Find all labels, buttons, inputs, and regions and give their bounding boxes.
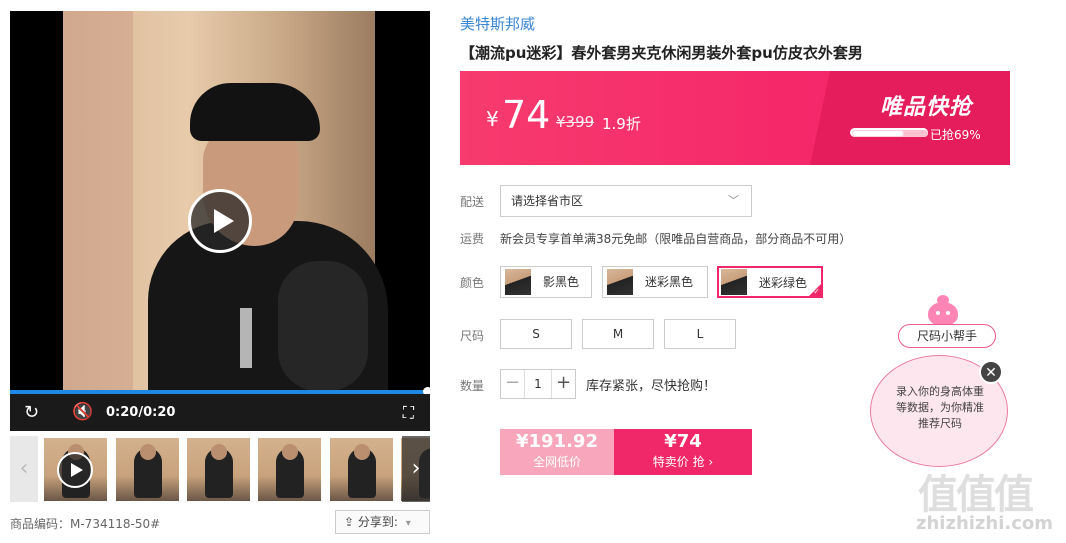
quantity-stepper: − 1 + — [500, 369, 576, 399]
play-icon[interactable] — [188, 189, 252, 253]
discount-label: 1.9折 — [602, 115, 641, 133]
thumb-next-button[interactable]: › — [402, 436, 430, 502]
share-icon: ⇪ — [344, 515, 355, 529]
sale-price-value: ¥74 — [664, 431, 702, 452]
watermark-logo: 值值值 — [918, 472, 1034, 518]
lowest-price-value: ¥191.92 — [516, 431, 598, 452]
thumbnail-video[interactable] — [44, 438, 107, 501]
mascot-icon — [928, 295, 958, 326]
product-sku: 商品编码：M-734118-50# — [10, 517, 161, 531]
size-option-s[interactable]: S — [500, 319, 572, 349]
lowest-price-label: 全网低价 — [532, 455, 581, 469]
chevron-down-icon: ▾ — [405, 518, 411, 529]
thumbnail-strip: ‹ › — [10, 436, 430, 502]
color-option-camo-black[interactable]: 迷彩黑色 — [602, 266, 708, 298]
thumbnail[interactable] — [116, 438, 179, 501]
video-controls: ↻ 🔇 0:20/0:20 ⛶ — [10, 394, 430, 431]
region-placeholder: 请选择省市区 — [511, 194, 584, 208]
quantity-label: 数量 — [460, 379, 485, 393]
currency-symbol: ¥ — [486, 107, 499, 131]
chevron-down-icon: ﹀ — [728, 194, 739, 207]
color-swatch — [721, 269, 747, 295]
play-icon[interactable] — [57, 452, 93, 488]
thumb-prev-button[interactable]: ‹ — [10, 436, 38, 502]
share-button[interactable]: ⇪ 分享到: ▾ — [335, 510, 430, 534]
quantity-plus-button[interactable]: + — [551, 370, 575, 398]
product-title: 【潮流pu迷彩】春外套男夹克休闲男装外套pu仿皮衣外套男 — [460, 44, 863, 62]
stock-note: 库存紧张，尽快抢购！ — [586, 379, 717, 394]
price-banner: ¥ 74 ¥399 1.9折 唯品快抢 已抢69% — [460, 71, 1010, 165]
size-helper-tag[interactable]: 尺码小帮手 — [898, 324, 996, 348]
color-swatch — [607, 269, 633, 295]
size-option-m[interactable]: M — [582, 319, 654, 349]
product-video-player[interactable]: ↻ 🔇 0:20/0:20 ⛶ — [10, 11, 430, 431]
mute-icon[interactable]: 🔇 — [72, 394, 93, 431]
size-label: 尺码 — [460, 329, 485, 343]
buy-now-button[interactable]: ¥74 特卖价 抢 › — [614, 429, 752, 475]
buy-now-label: 特卖价 抢 › — [652, 455, 714, 469]
color-label: 颜色 — [460, 276, 485, 290]
color-option-label: 迷彩黑色 — [645, 275, 694, 289]
delivery-label: 配送 — [460, 195, 485, 209]
size-helper-text: 录入你的身高体重等数据，为你精准推荐尺码 — [896, 385, 984, 430]
region-select[interactable]: 请选择省市区 ﹀ — [500, 185, 752, 217]
current-price: 74 — [502, 93, 551, 137]
thumbnail[interactable] — [187, 438, 250, 501]
thumbnail[interactable] — [258, 438, 321, 501]
size-option-l[interactable]: L — [664, 319, 736, 349]
close-icon[interactable]: ✕ — [979, 360, 1003, 384]
color-option-black[interactable]: 影黑色 — [500, 266, 592, 298]
color-option-label: 迷彩绿色 — [759, 276, 808, 290]
sold-percent: 已抢69% — [930, 128, 981, 142]
color-option-label: 影黑色 — [543, 275, 580, 289]
video-time: 0:20/0:20 — [106, 405, 176, 420]
share-label: 分享到: — [357, 515, 398, 529]
replay-icon[interactable]: ↻ — [24, 394, 39, 431]
fullscreen-icon[interactable]: ⛶ — [403, 394, 414, 431]
original-price: ¥399 — [556, 113, 595, 131]
watermark-url: zhizhizhi.com — [916, 513, 1054, 534]
sold-progress-bar — [850, 128, 928, 137]
quantity-value[interactable]: 1 — [525, 370, 551, 398]
lowest-price-button[interactable]: ¥191.92 全网低价 — [500, 429, 614, 475]
flash-sale-label: 唯品快抢 — [880, 95, 973, 120]
shipping-label: 运费 — [460, 232, 485, 246]
thumbnail[interactable] — [330, 438, 393, 501]
shipping-note: 新会员专享首单满38元免邮（限唯品自营商品，部分商品不可用） — [500, 232, 852, 246]
model-photo — [128, 71, 388, 401]
color-swatch — [505, 269, 531, 295]
brand-link[interactable]: 美特斯邦威 — [460, 13, 535, 34]
color-option-camo-green[interactable]: 迷彩绿色 ✓ — [717, 266, 823, 298]
quantity-minus-button[interactable]: − — [501, 370, 525, 398]
